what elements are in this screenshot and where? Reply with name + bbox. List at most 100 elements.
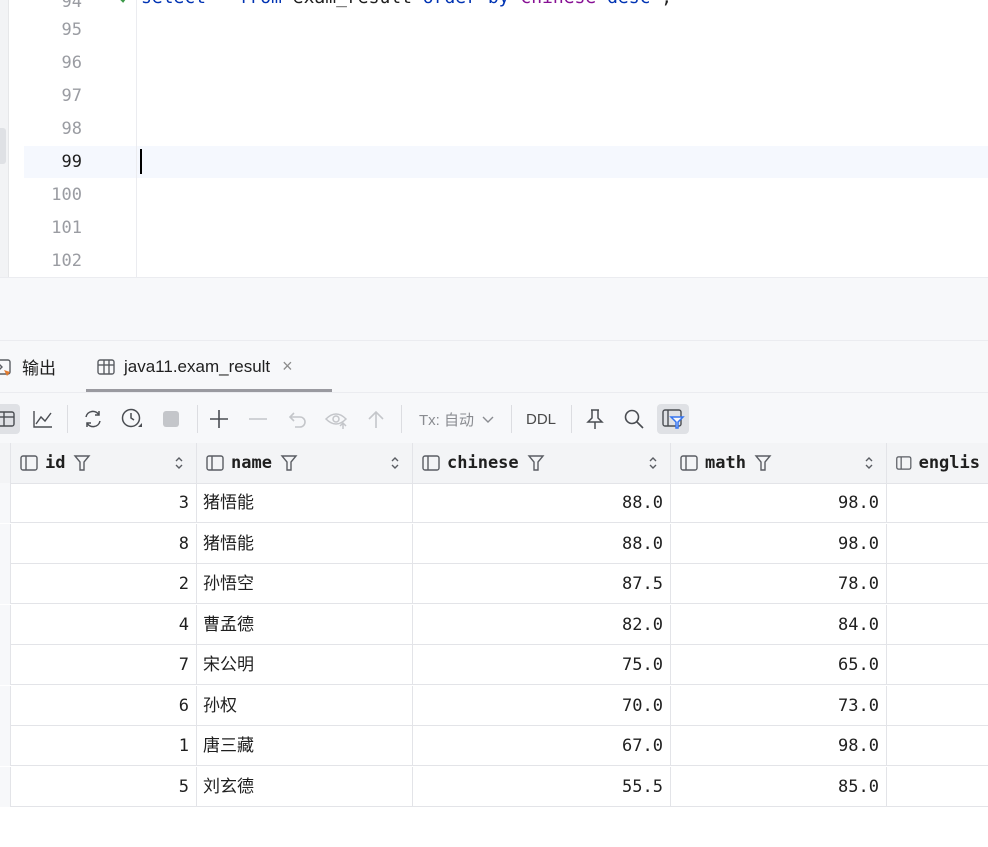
table-row[interactable]: 6 孙权 70.0 73.0 [0,685,988,726]
add-row-button[interactable] [204,404,234,434]
cell-id[interactable]: 5 [11,766,197,807]
cell-id[interactable]: 6 [11,685,197,726]
table-icon [0,411,15,427]
cell-name[interactable]: 孙悟空 [197,564,413,604]
column-header-english[interactable]: englis [887,443,988,483]
column-header-math[interactable]: math [671,443,887,483]
chart-view-button[interactable] [28,404,58,434]
cell-english [887,726,988,766]
column-icon [896,456,912,470]
cell-math[interactable]: 98.0 [671,523,887,564]
refresh-button[interactable] [78,404,108,434]
cell-chinese[interactable]: 88.0 [413,483,671,523]
cell-math[interactable]: 85.0 [671,766,887,807]
filter-icon[interactable] [527,454,545,472]
cell-math[interactable]: 73.0 [671,685,887,726]
line-number: 98 [61,119,82,139]
table-row[interactable]: 8 猪悟能 88.0 98.0 [0,523,988,564]
result-grid: id name chinese math englis 3 猪悟能 88.0 9… [0,443,988,807]
cell-name[interactable]: 刘玄德 [197,766,413,807]
cell-math[interactable]: 78.0 [671,564,887,604]
cell-id[interactable]: 2 [11,564,197,604]
tab-exam-result[interactable]: java11.exam_result × [86,341,332,392]
cell-id[interactable]: 8 [11,523,197,564]
cell-id[interactable]: 1 [11,726,197,766]
history-button[interactable] [117,404,147,434]
results-tab-strip: 输出 java11.exam_result × [0,340,988,393]
sort-icon[interactable] [174,455,184,471]
revert-button[interactable] [283,404,313,434]
cell-name[interactable]: 孙权 [197,685,413,726]
strip-handle[interactable] [0,128,6,164]
current-line-highlight [24,146,988,178]
pin-tab-button[interactable] [580,404,610,434]
cell-chinese[interactable]: 82.0 [413,604,671,645]
table-row[interactable]: 4 曹孟德 82.0 84.0 [0,604,988,645]
filter-view-button[interactable] [657,404,689,434]
sql-editor[interactable]: 94 95 96 97 98 99 100 101 102 select * f… [0,0,988,277]
cell-name[interactable]: 猪悟能 [197,523,413,564]
column-header-id[interactable]: id [11,443,197,483]
cell-name[interactable]: 猪悟能 [197,483,413,523]
toolbar-separator [401,405,402,433]
column-icon [206,455,224,471]
ddl-button[interactable]: DDL [526,404,556,434]
line-number: 102 [51,251,82,271]
cell-chinese[interactable]: 88.0 [413,523,671,564]
cell-chinese[interactable]: 55.5 [413,766,671,807]
column-label: englis [918,453,980,473]
close-icon[interactable]: × [282,356,293,377]
submit-button[interactable] [361,404,391,434]
table-row[interactable]: 3 猪悟能 88.0 98.0 [0,483,988,523]
cell-id[interactable]: 7 [11,645,197,685]
cell-math[interactable]: 84.0 [671,604,887,645]
filter-icon[interactable] [280,454,298,472]
preview-icon [324,413,348,429]
remove-row-button[interactable] [243,404,273,434]
table-row[interactable]: 7 宋公明 75.0 65.0 [0,645,988,685]
column-label: id [45,453,66,473]
submit-icon [368,410,384,428]
column-icon [20,455,38,471]
cell-math[interactable]: 65.0 [671,645,887,685]
code-line[interactable]: select * from exam_result order by chine… [141,0,672,10]
filter-icon[interactable] [754,454,772,472]
column-header-chinese[interactable]: chinese [413,443,671,483]
cell-id[interactable]: 4 [11,604,197,645]
sort-icon[interactable] [648,455,658,471]
table-row[interactable]: 5 刘玄德 55.5 85.0 [0,766,988,807]
grid-header: id name chinese math englis [0,443,988,484]
preview-changes-button[interactable] [322,404,352,434]
cell-name[interactable]: 唐三藏 [197,726,413,766]
column-label: math [705,453,746,473]
table-row[interactable]: 1 唐三藏 67.0 98.0 [0,726,988,766]
pin-icon [586,409,604,429]
cell-chinese[interactable]: 87.5 [413,564,671,604]
search-button[interactable] [619,404,649,434]
line-number-gutter: 94 95 96 97 98 99 100 101 102 [24,0,136,277]
terminal-icon [0,358,11,376]
table-view-button[interactable] [0,404,20,434]
table-row[interactable]: 2 孙悟空 87.5 78.0 [0,564,988,604]
code-token: from [239,0,282,8]
cell-id[interactable]: 3 [11,483,197,523]
cell-chinese[interactable]: 67.0 [413,726,671,766]
cell-english [887,767,988,807]
stop-button[interactable] [156,404,186,434]
check-icon [120,0,126,3]
tab-output[interactable]: 输出 [0,341,68,392]
cell-math[interactable]: 98.0 [671,483,887,523]
cell-name[interactable]: 宋公明 [197,645,413,685]
transaction-mode-dropdown[interactable]: Tx: 自动 [419,404,496,434]
sort-icon[interactable] [390,455,400,471]
sort-icon[interactable] [864,455,874,471]
tab-output-label: 输出 [22,359,56,378]
cell-math[interactable]: 98.0 [671,726,887,766]
cell-chinese[interactable]: 70.0 [413,685,671,726]
cell-name[interactable]: 曹孟德 [197,604,413,645]
cell-chinese[interactable]: 75.0 [413,645,671,685]
filter-icon[interactable] [73,454,91,472]
transaction-mode-label: Tx: 自动 [419,411,474,429]
column-header-name[interactable]: name [197,443,413,483]
